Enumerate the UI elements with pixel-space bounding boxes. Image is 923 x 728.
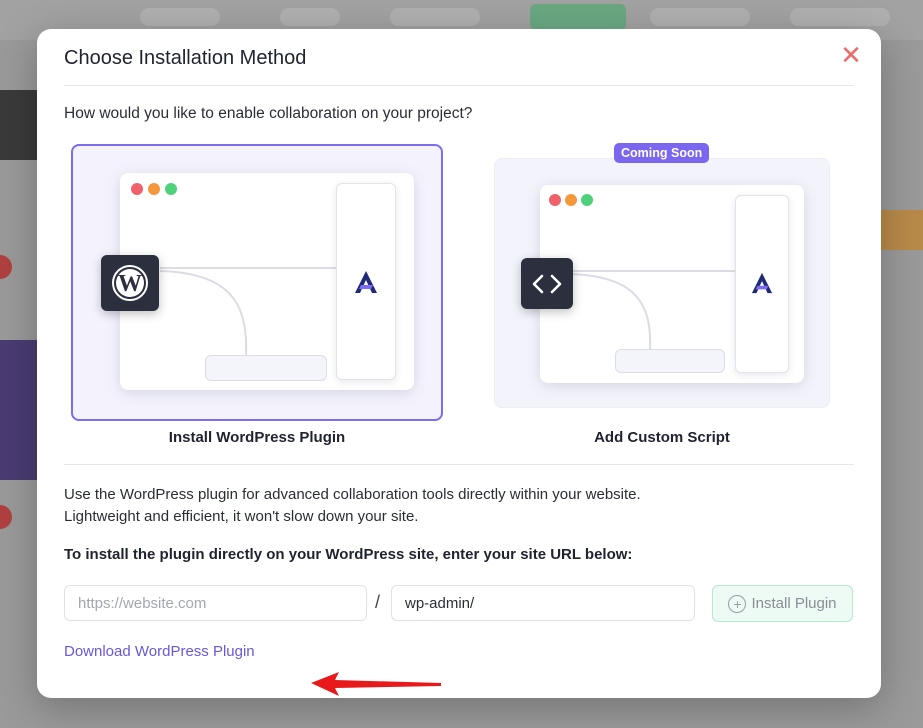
preview-input-box bbox=[615, 349, 725, 373]
brand-logo-icon bbox=[751, 272, 773, 294]
header-divider bbox=[64, 85, 854, 86]
option-custom-script[interactable] bbox=[494, 158, 830, 408]
svg-text:W: W bbox=[118, 271, 142, 297]
preview-window bbox=[540, 185, 804, 383]
background-green-button bbox=[530, 4, 626, 30]
modal-title: Choose Installation Method bbox=[64, 47, 307, 69]
admin-path-input[interactable] bbox=[391, 585, 695, 621]
plus-circle-icon: + bbox=[728, 594, 747, 613]
preview-side-panel bbox=[336, 183, 396, 380]
option-label-wordpress: Install WordPress Plugin bbox=[168, 429, 346, 446]
option-label-custom-script: Add Custom Script bbox=[594, 429, 730, 446]
background-panel bbox=[0, 340, 40, 480]
preview-window bbox=[120, 173, 414, 390]
background-nav-item bbox=[650, 8, 750, 26]
background-nav-item bbox=[140, 8, 220, 26]
site-url-input[interactable] bbox=[64, 585, 367, 621]
path-separator: / bbox=[375, 592, 381, 612]
section-divider bbox=[64, 464, 854, 465]
wordpress-icon: W bbox=[101, 255, 159, 311]
background-panel bbox=[881, 210, 923, 250]
install-instruction: To install the plugin directly on your W… bbox=[64, 546, 633, 563]
coming-soon-badge: Coming Soon bbox=[614, 143, 710, 163]
code-icon bbox=[521, 258, 573, 309]
description-line: Use the WordPress plugin for advanced co… bbox=[64, 486, 641, 503]
annotation-arrow-icon bbox=[311, 672, 441, 696]
option-wordpress-plugin[interactable]: W bbox=[71, 144, 443, 421]
question-text: How would you like to enable collaborati… bbox=[64, 105, 473, 122]
plugin-description: Use the WordPress plugin for advanced co… bbox=[64, 484, 641, 528]
close-icon[interactable]: ✕ bbox=[839, 42, 863, 68]
install-plugin-button[interactable]: + Install Plugin bbox=[712, 585, 853, 622]
preview-side-panel bbox=[735, 195, 789, 373]
brand-logo-icon bbox=[355, 271, 377, 293]
background-nav-item bbox=[790, 8, 890, 26]
background-nav-item bbox=[280, 8, 340, 26]
description-line: Lightweight and efficient, it won't slow… bbox=[64, 508, 419, 525]
background-marker bbox=[0, 505, 12, 529]
background-nav-item bbox=[390, 8, 480, 26]
background-marker bbox=[0, 255, 12, 279]
download-plugin-link[interactable]: Download WordPress Plugin bbox=[64, 643, 255, 660]
install-plugin-label: Install Plugin bbox=[751, 595, 837, 612]
installation-modal: Choose Installation Method ✕ How would y… bbox=[37, 29, 881, 698]
preview-input-box bbox=[205, 355, 327, 381]
